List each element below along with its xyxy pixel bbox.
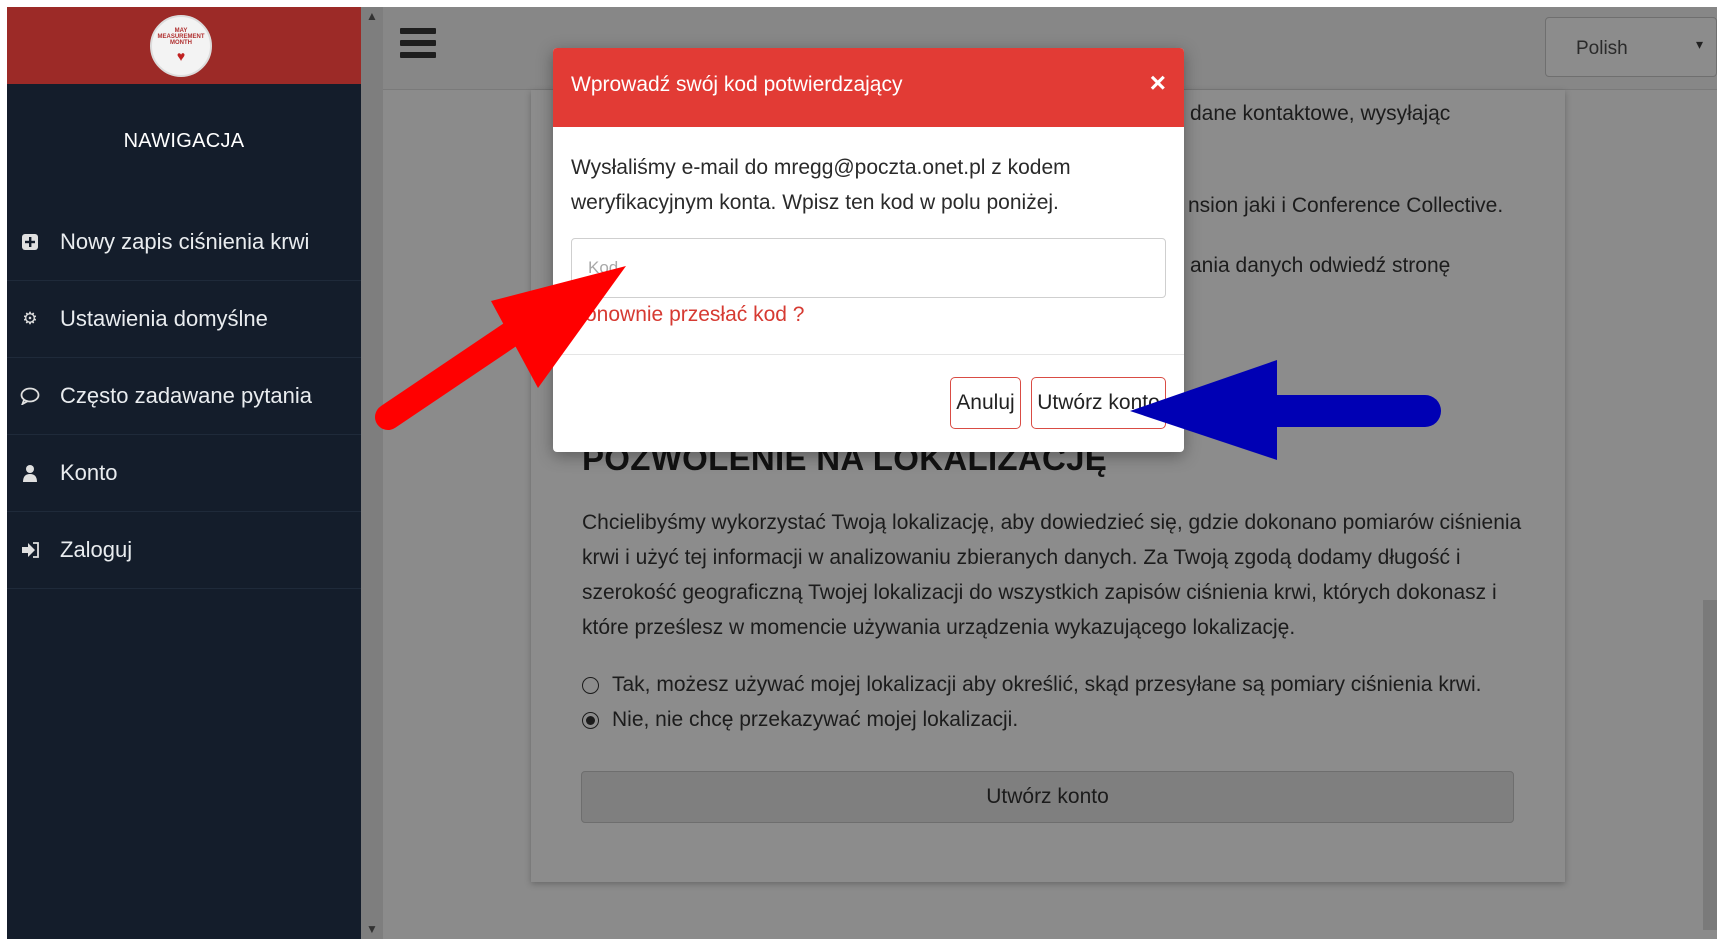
chevron-down-icon[interactable]: ▾ <box>1696 36 1703 53</box>
sidebar-item-default-settings[interactable]: ⚙ Ustawienia domyślne <box>7 281 361 358</box>
nav-heading: NAWIGACJA <box>123 130 245 152</box>
scroll-down-icon[interactable]: ▼ <box>366 922 378 936</box>
create-account-button[interactable]: Utwórz konto <box>1031 377 1166 429</box>
heart-icon: ♥ <box>176 48 186 64</box>
sign-in-icon <box>20 540 40 560</box>
close-icon[interactable]: × <box>1150 69 1166 97</box>
background-text: nsion jaki i Conference Collective. <box>1188 194 1504 217</box>
hamburger-menu-icon[interactable] <box>400 28 436 62</box>
background-text: dane kontaktowe, wysyłając <box>1190 102 1451 125</box>
gear-icon: ⚙ <box>22 309 38 328</box>
radio-button[interactable] <box>582 676 599 694</box>
sidebar-item-label: Ustawienia domyślne <box>60 306 268 331</box>
modal-divider <box>553 354 1184 355</box>
page-scrollbar[interactable] <box>1703 600 1717 930</box>
modal-message: Wysłaliśmy e-mail do mregg@poczta.onet.p… <box>571 156 1071 214</box>
radio-label: Tak, możesz używać mojej lokalizacji aby… <box>612 673 1482 696</box>
sidebar-item-account[interactable]: Konto <box>7 435 361 512</box>
sidebar-item-label: Często zadawane pytania <box>60 383 312 408</box>
verification-code-input[interactable] <box>571 238 1166 298</box>
logo-text-line: MONTH <box>170 40 192 46</box>
sidebar-item-faq[interactable]: Często zadawane pytania <box>7 358 361 435</box>
sidebar-item-login[interactable]: Zaloguj <box>7 512 361 589</box>
language-select[interactable]: Polish <box>1545 17 1717 77</box>
location-permission-text: Chcielibyśmy wykorzystać Twoją lokalizac… <box>582 511 1522 639</box>
nav-list: Nowy zapis ciśnienia krwi ⚙ Ustawienia d… <box>7 204 361 589</box>
resend-code-link[interactable]: Ponownie przesłać kod ? <box>571 303 804 327</box>
user-icon <box>20 463 40 483</box>
sidebar-item-new-bp-record[interactable]: Nowy zapis ciśnienia krwi <box>7 204 361 281</box>
plus-square-icon <box>20 232 40 252</box>
create-account-button-background[interactable]: Utwórz konto <box>581 771 1514 823</box>
sidebar-item-label: Nowy zapis ciśnienia krwi <box>60 229 310 254</box>
radio-label: Nie, nie chcę przekazywać mojej lokaliza… <box>612 708 1019 731</box>
scroll-up-icon[interactable]: ▲ <box>366 9 378 23</box>
speech-bubble-icon <box>20 386 40 406</box>
may-measurement-month-logo[interactable]: MAY MEASUREMENT MONTH ♥ <box>150 15 212 77</box>
verification-code-modal: Wprowadź swój kod potwierdzający × Wysła… <box>553 48 1184 452</box>
sidebar: MAY MEASUREMENT MONTH ♥ NAWIGACJA Nowy z… <box>7 7 361 939</box>
sidebar-item-label: Zaloguj <box>60 537 133 562</box>
sidebar-header: MAY MEASUREMENT MONTH ♥ <box>7 7 361 84</box>
cancel-button[interactable]: Anuluj <box>950 377 1021 429</box>
vertical-scrollbar[interactable] <box>361 7 383 939</box>
background-text: ania danych odwiedź stronę <box>1190 254 1451 277</box>
modal-header: Wprowadź swój kod potwierdzający × <box>553 48 1184 127</box>
modal-title: Wprowadź swój kod potwierdzający <box>571 73 903 96</box>
location-no-option[interactable]: Nie, nie chcę przekazywać mojej lokaliza… <box>582 708 1018 732</box>
sidebar-item-label: Konto <box>60 460 118 485</box>
location-yes-option[interactable]: Tak, możesz używać mojej lokalizacji aby… <box>582 673 1481 697</box>
radio-button-selected[interactable] <box>582 711 599 729</box>
